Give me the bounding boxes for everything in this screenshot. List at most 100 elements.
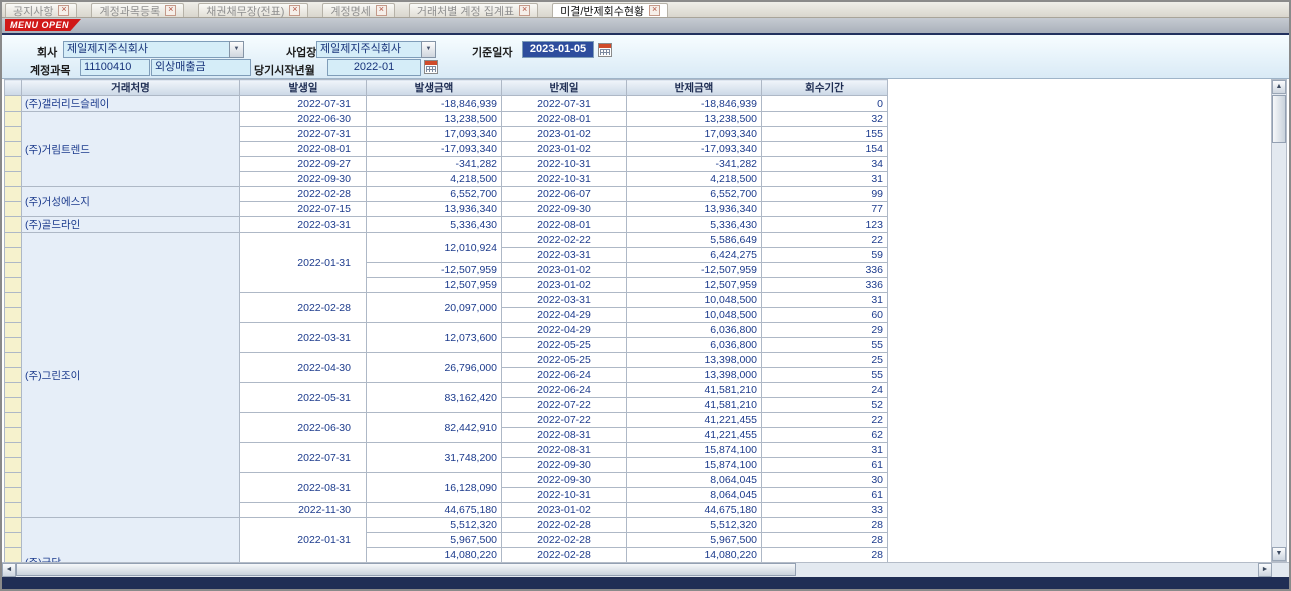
- occurrence-date-cell[interactable]: 2022-08-01: [240, 142, 367, 157]
- row-selector-cell[interactable]: [5, 428, 22, 443]
- grid-row[interactable]: (주)거림트렌드2022-06-3013,238,5002022-08-0113…: [5, 112, 888, 127]
- settlement-amount-cell[interactable]: 5,512,320: [627, 518, 762, 533]
- tab-item-5[interactable]: 미결/반제회수현황×: [552, 3, 668, 17]
- settlement-date-cell[interactable]: 2022-07-31: [502, 96, 627, 112]
- settlement-amount-cell[interactable]: 5,336,430: [627, 217, 762, 233]
- collection-period-cell[interactable]: 0: [762, 96, 888, 112]
- site-select[interactable]: 제일제지주식회사: [316, 41, 422, 58]
- menu-open-button[interactable]: MENU OPEN: [5, 19, 81, 31]
- customer-cell[interactable]: (주)갤러리드슬레이: [22, 96, 240, 112]
- occurrence-amount-cell[interactable]: 13,238,500: [367, 112, 502, 127]
- collection-period-cell[interactable]: 77: [762, 202, 888, 217]
- settlement-date-cell[interactable]: 2023-01-02: [502, 278, 627, 293]
- occurrence-amount-cell[interactable]: 14,080,220: [367, 548, 502, 563]
- row-selector-cell[interactable]: [5, 458, 22, 473]
- row-selector-cell[interactable]: [5, 338, 22, 353]
- settlement-amount-cell[interactable]: 13,398,000: [627, 353, 762, 368]
- collection-period-cell[interactable]: 29: [762, 323, 888, 338]
- settlement-amount-cell[interactable]: 6,036,800: [627, 323, 762, 338]
- settlement-date-cell[interactable]: 2022-05-25: [502, 338, 627, 353]
- occurrence-amount-cell[interactable]: 6,552,700: [367, 187, 502, 202]
- settlement-date-cell[interactable]: 2023-01-02: [502, 503, 627, 518]
- account-name-field[interactable]: 외상매출금: [151, 59, 251, 76]
- occurrence-date-cell[interactable]: 2022-07-31: [240, 443, 367, 473]
- row-selector-cell[interactable]: [5, 202, 22, 217]
- row-selector-cell[interactable]: [5, 127, 22, 142]
- settlement-date-cell[interactable]: 2022-06-07: [502, 187, 627, 202]
- settlement-amount-cell[interactable]: 5,586,649: [627, 233, 762, 248]
- occurrence-date-cell[interactable]: 2022-02-28: [240, 293, 367, 323]
- base-date-input[interactable]: 2023-01-05: [522, 41, 594, 58]
- base-date-calendar-icon[interactable]: [598, 43, 612, 57]
- collection-period-cell[interactable]: 61: [762, 458, 888, 473]
- settlement-amount-cell[interactable]: 5,967,500: [627, 533, 762, 548]
- row-selector-cell[interactable]: [5, 308, 22, 323]
- grid-row[interactable]: (주)그린조이2022-01-3112,010,9242022-02-225,5…: [5, 233, 888, 248]
- row-selector-cell[interactable]: [5, 217, 22, 233]
- occurrence-date-cell[interactable]: 2022-06-30: [240, 112, 367, 127]
- settlement-date-cell[interactable]: 2022-08-31: [502, 428, 627, 443]
- settlement-date-cell[interactable]: 2022-02-28: [502, 548, 627, 563]
- collection-period-cell[interactable]: 155: [762, 127, 888, 142]
- grid-row[interactable]: (주)골드라인2022-03-315,336,4302022-08-015,33…: [5, 217, 888, 233]
- settlement-amount-cell[interactable]: 41,221,455: [627, 428, 762, 443]
- settlement-date-cell[interactable]: 2023-01-02: [502, 263, 627, 278]
- settlement-amount-cell[interactable]: 10,048,500: [627, 308, 762, 323]
- occurrence-date-cell[interactable]: 2022-07-31: [240, 127, 367, 142]
- collection-period-cell[interactable]: 25: [762, 353, 888, 368]
- tab-item-4[interactable]: 거래처별 계정 집계표×: [409, 3, 538, 17]
- collection-period-cell[interactable]: 31: [762, 293, 888, 308]
- collection-period-cell[interactable]: 61: [762, 488, 888, 503]
- settlement-amount-cell[interactable]: 44,675,180: [627, 503, 762, 518]
- tab-close-icon[interactable]: ×: [165, 5, 176, 16]
- occurrence-amount-cell[interactable]: 5,967,500: [367, 533, 502, 548]
- grid-row[interactable]: (주)금담2022-01-315,512,3202022-02-285,512,…: [5, 518, 888, 533]
- collection-period-cell[interactable]: 55: [762, 338, 888, 353]
- collection-period-cell[interactable]: 52: [762, 398, 888, 413]
- customer-cell[interactable]: (주)거림트렌드: [22, 112, 240, 187]
- row-selector-cell[interactable]: [5, 293, 22, 308]
- settlement-date-cell[interactable]: 2022-06-24: [502, 368, 627, 383]
- occurrence-amount-cell[interactable]: 12,010,924: [367, 233, 502, 263]
- row-selector-cell[interactable]: [5, 413, 22, 428]
- collection-period-cell[interactable]: 99: [762, 187, 888, 202]
- collection-period-cell[interactable]: 62: [762, 428, 888, 443]
- settlement-amount-cell[interactable]: 13,238,500: [627, 112, 762, 127]
- collection-period-cell[interactable]: 30: [762, 473, 888, 488]
- row-selector-cell[interactable]: [5, 187, 22, 202]
- collection-period-cell[interactable]: 154: [762, 142, 888, 157]
- collection-period-cell[interactable]: 32: [762, 112, 888, 127]
- occurrence-amount-cell[interactable]: 44,675,180: [367, 503, 502, 518]
- grid-row[interactable]: (주)갤러리드슬레이2022-07-31-18,846,9392022-07-3…: [5, 96, 888, 112]
- collection-period-cell[interactable]: 59: [762, 248, 888, 263]
- occurrence-date-cell[interactable]: 2022-07-31: [240, 96, 367, 112]
- occurrence-amount-cell[interactable]: 17,093,340: [367, 127, 502, 142]
- customer-cell[interactable]: (주)그린조이: [22, 233, 240, 518]
- company-select[interactable]: 제일제지주식회사: [63, 41, 230, 58]
- occurrence-amount-cell[interactable]: 4,218,500: [367, 172, 502, 187]
- row-selector-cell[interactable]: [5, 398, 22, 413]
- tab-item-1[interactable]: 계정과목등록×: [91, 3, 184, 17]
- grid-row[interactable]: (주)거성에스지2022-02-286,552,7002022-06-076,5…: [5, 187, 888, 202]
- row-selector-cell[interactable]: [5, 233, 22, 248]
- row-selector-cell[interactable]: [5, 518, 22, 533]
- row-selector-cell[interactable]: [5, 96, 22, 112]
- row-selector-cell[interactable]: [5, 157, 22, 172]
- settlement-amount-cell[interactable]: 6,552,700: [627, 187, 762, 202]
- tab-item-2[interactable]: 채권채무장(전표)×: [198, 3, 308, 17]
- row-selector-cell[interactable]: [5, 548, 22, 563]
- settlement-date-cell[interactable]: 2022-10-31: [502, 488, 627, 503]
- occurrence-amount-cell[interactable]: 31,748,200: [367, 443, 502, 473]
- settlement-amount-cell[interactable]: 6,424,275: [627, 248, 762, 263]
- collection-period-cell[interactable]: 31: [762, 172, 888, 187]
- row-selector-cell[interactable]: [5, 443, 22, 458]
- scroll-left-icon[interactable]: ◄: [2, 563, 16, 577]
- occurrence-amount-cell[interactable]: 5,336,430: [367, 217, 502, 233]
- tab-close-icon[interactable]: ×: [376, 5, 387, 16]
- settlement-amount-cell[interactable]: 41,221,455: [627, 413, 762, 428]
- occurrence-amount-cell[interactable]: 82,442,910: [367, 413, 502, 443]
- settlement-amount-cell[interactable]: 8,064,045: [627, 473, 762, 488]
- tab-close-icon[interactable]: ×: [289, 5, 300, 16]
- occurrence-date-cell[interactable]: 2022-09-30: [240, 172, 367, 187]
- tab-item-0[interactable]: 공지사항×: [5, 3, 77, 17]
